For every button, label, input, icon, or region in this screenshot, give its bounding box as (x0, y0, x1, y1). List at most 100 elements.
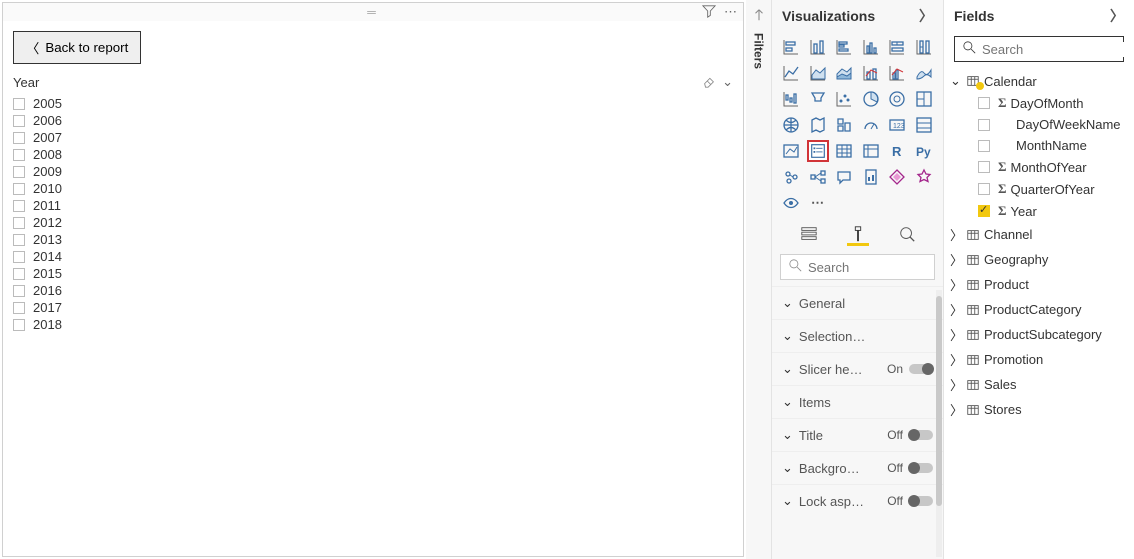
checkbox-icon[interactable] (13, 251, 25, 263)
checkbox-icon[interactable] (13, 217, 25, 229)
field-quarterofyear[interactable]: ΣQuarterOfYear (950, 178, 1128, 200)
table-productsubcategory[interactable]: 〉ProductSubcategory (950, 322, 1128, 347)
field-dayofweekname[interactable]: DayOfWeekName (950, 114, 1128, 135)
viz-multi-row-card-icon[interactable] (913, 114, 935, 136)
slicer-item[interactable]: 2009 (13, 163, 733, 180)
viz-table-icon[interactable] (833, 140, 855, 162)
viz-stacked-column-100-icon[interactable] (913, 36, 935, 58)
viz-powerapps-icon[interactable] (886, 166, 908, 188)
format-search-input[interactable] (808, 260, 984, 275)
viz-donut-icon[interactable] (886, 88, 908, 110)
checkbox-icon[interactable] (13, 200, 25, 212)
slicer-item[interactable]: 2005 (13, 95, 733, 112)
format-search[interactable] (780, 254, 935, 280)
viz-python-visual-icon[interactable]: Py (913, 140, 935, 162)
viz-line-clustered-column-icon[interactable] (886, 62, 908, 84)
slicer-item[interactable]: 2006 (13, 112, 733, 129)
viz-treemap-icon[interactable] (913, 88, 935, 110)
viz-clustered-column-icon[interactable] (860, 36, 882, 58)
toggle-switch-icon[interactable] (909, 364, 933, 374)
more-visuals-icon[interactable]: ⋯ (807, 192, 829, 214)
toggle-switch-icon[interactable] (909, 463, 933, 473)
viz-stacked-bar-100-icon[interactable] (886, 36, 908, 58)
checkbox-icon[interactable] (13, 132, 25, 144)
viz-funnel-icon[interactable] (807, 88, 829, 110)
viz-stacked-bar-icon[interactable] (780, 36, 802, 58)
fields-tab[interactable] (798, 224, 820, 246)
viz-waterfall-icon[interactable] (780, 88, 802, 110)
table-productcategory[interactable]: 〉ProductCategory (950, 297, 1128, 322)
viz-gauge-icon[interactable] (860, 114, 882, 136)
viz-matrix-icon[interactable] (860, 140, 882, 162)
viz-slicer-icon[interactable] (807, 140, 829, 162)
viz-scrollbar[interactable] (936, 290, 942, 557)
format-title[interactable]: ⌄TitleOff (772, 418, 943, 451)
viz-area-icon[interactable] (807, 62, 829, 84)
filter-icon[interactable] (702, 4, 716, 21)
checkbox-icon[interactable] (978, 97, 990, 109)
viz-card-icon[interactable]: 123 (886, 114, 908, 136)
viz-r-visual-icon[interactable]: R (886, 140, 908, 162)
viz-kpi-icon[interactable] (780, 140, 802, 162)
chevron-down-icon[interactable]: ⌄ (722, 74, 733, 91)
slicer-item[interactable]: 2011 (13, 197, 733, 214)
format-tab[interactable] (847, 224, 869, 246)
checkbox-icon[interactable] (13, 115, 25, 127)
fields-search[interactable] (954, 36, 1124, 62)
more-options-icon[interactable]: ⋯ (724, 4, 737, 21)
slicer-item[interactable]: 2012 (13, 214, 733, 231)
toggle-switch-icon[interactable] (909, 496, 933, 506)
checkbox-icon[interactable] (13, 319, 25, 331)
viz-stacked-area-icon[interactable] (833, 62, 855, 84)
field-monthofyear[interactable]: ΣMonthOfYear (950, 156, 1128, 178)
slicer-item[interactable]: 2010 (13, 180, 733, 197)
table-channel[interactable]: 〉Channel (950, 222, 1128, 247)
toggle[interactable]: Off (887, 461, 933, 475)
eraser-icon[interactable] (702, 74, 716, 91)
toggle[interactable]: Off (887, 494, 933, 508)
toggle-switch-icon[interactable] (909, 430, 933, 440)
filters-pane-collapsed[interactable]: Filters (746, 0, 772, 559)
format-slicer-header[interactable]: ⌄Slicer he…On (772, 352, 943, 385)
viz-scatter-icon[interactable] (833, 88, 855, 110)
slicer-item[interactable]: 2017 (13, 299, 733, 316)
slicer-item[interactable]: 2014 (13, 248, 733, 265)
format-items[interactable]: ⌄Items (772, 385, 943, 418)
viz-line-stacked-column-icon[interactable] (860, 62, 882, 84)
checkbox-icon[interactable] (13, 234, 25, 246)
back-to-report-button[interactable]: 〈 Back to report (13, 31, 141, 64)
format-background[interactable]: ⌄Backgro…Off (772, 451, 943, 484)
checkbox-icon[interactable] (13, 166, 25, 178)
checkbox-icon[interactable] (978, 140, 990, 152)
checkbox-icon[interactable] (13, 149, 25, 161)
table-sales[interactable]: 〉Sales (950, 372, 1128, 397)
checkbox-icon[interactable] (978, 161, 990, 173)
collapse-pane-icon[interactable]: 〉 (919, 6, 933, 26)
table-promotion[interactable]: 〉Promotion (950, 347, 1128, 372)
viz-line-icon[interactable] (780, 62, 802, 84)
field-year[interactable]: ΣYear (950, 200, 1128, 222)
viz-key-influencers-icon[interactable] (780, 166, 802, 188)
viz-arcgis-icon[interactable] (780, 192, 802, 214)
viz-map-icon[interactable] (780, 114, 802, 136)
slicer-item[interactable]: 2018 (13, 316, 733, 333)
viz-pie-icon[interactable] (860, 88, 882, 110)
viz-decomposition-tree-icon[interactable] (807, 166, 829, 188)
fields-search-input[interactable] (982, 42, 1134, 57)
slicer-item[interactable]: 2015 (13, 265, 733, 282)
viz-ribbon-icon[interactable] (913, 62, 935, 84)
expand-pane-icon[interactable] (752, 8, 766, 25)
visual-grip-icon[interactable]: ═ (367, 5, 379, 19)
viz-qna-icon[interactable] (833, 166, 855, 188)
table-calendar[interactable]: ⌄Calendar (950, 70, 1128, 92)
slicer-item[interactable]: 2016 (13, 282, 733, 299)
checkbox-icon[interactable] (978, 183, 990, 195)
viz-custom-visual-icon[interactable] (913, 166, 935, 188)
checkbox-icon[interactable] (13, 302, 25, 314)
viz-stacked-column-icon[interactable] (807, 36, 829, 58)
toggle[interactable]: On (887, 362, 933, 376)
viz-shape-map-icon[interactable] (833, 114, 855, 136)
format-general[interactable]: ⌄General (772, 286, 943, 319)
checkbox-icon[interactable] (978, 205, 990, 217)
viz-filled-map-icon[interactable] (807, 114, 829, 136)
